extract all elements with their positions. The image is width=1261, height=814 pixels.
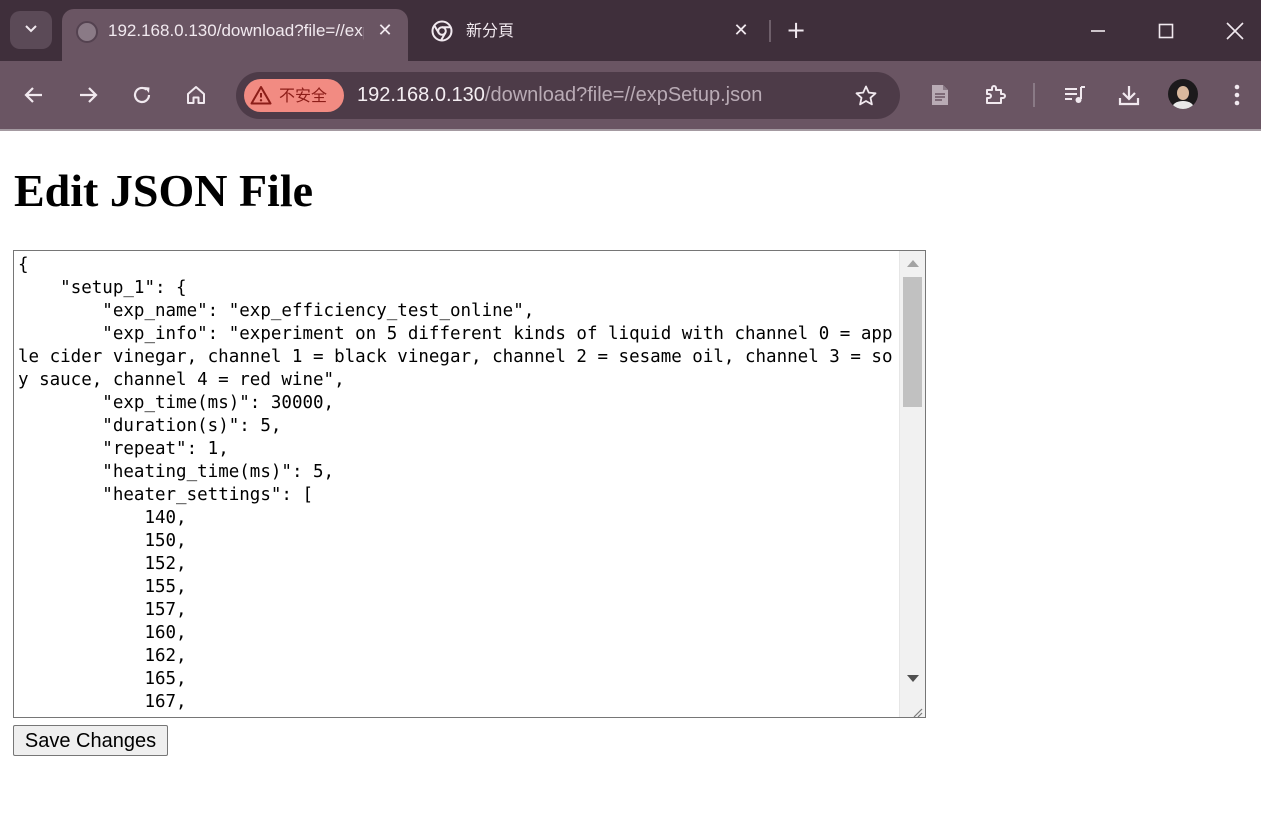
toolbar-divider: [1033, 83, 1035, 107]
browser-toolbar: 不安全 192.168.0.130/download?file=//expSet…: [0, 61, 1261, 129]
maximize-icon[interactable]: [1143, 14, 1189, 48]
url-text[interactable]: 192.168.0.130/download?file=//expSetup.j…: [357, 83, 762, 107]
profile-avatar[interactable]: [1168, 79, 1198, 109]
warning-icon: [250, 85, 272, 109]
chevron-down-icon: [23, 20, 39, 40]
tab-title: 192.168.0.130/download?file=//expSetup.j…: [108, 21, 364, 40]
scroll-down-arrow-icon[interactable]: [907, 675, 919, 682]
new-tab-icon[interactable]: +: [785, 18, 807, 42]
tab-search-button[interactable]: [10, 11, 52, 49]
save-changes-button[interactable]: Save Changes: [13, 725, 168, 756]
address-bar[interactable]: 不安全 192.168.0.130/download?file=//expSet…: [236, 72, 900, 119]
chrome-icon: [431, 20, 453, 46]
url-host: 192.168.0.130: [357, 84, 485, 106]
menu-kebab-icon[interactable]: [1219, 77, 1255, 113]
tab-strip: 192.168.0.130/download?file=//expSetup.j…: [0, 0, 1261, 61]
globe-icon: [76, 21, 98, 43]
minimize-icon[interactable]: [1075, 14, 1121, 48]
close-window-icon[interactable]: [1212, 14, 1258, 48]
avatar-face: [1177, 86, 1189, 100]
avatar-shirt: [1172, 101, 1194, 109]
json-textarea[interactable]: { "setup_1": { "exp_name": "exp_efficien…: [13, 250, 926, 718]
home-icon[interactable]: [178, 77, 214, 113]
scroll-up-arrow-icon[interactable]: [907, 260, 919, 267]
json-textarea-content[interactable]: { "setup_1": { "exp_name": "exp_efficien…: [18, 254, 898, 714]
toolbar-bottom-border: [0, 129, 1261, 131]
tab-divider: [769, 20, 771, 42]
media-control-icon[interactable]: [1057, 77, 1093, 113]
not-secure-chip[interactable]: 不安全: [244, 79, 344, 112]
resize-handle-icon[interactable]: [911, 703, 923, 717]
bookmark-star-icon[interactable]: [851, 81, 881, 111]
tab-active[interactable]: 192.168.0.130/download?file=//expSetup.j…: [62, 9, 408, 61]
textarea-scrollbar[interactable]: [899, 251, 925, 717]
reload-icon[interactable]: [124, 77, 160, 113]
forward-icon[interactable]: [70, 77, 106, 113]
extensions-icon[interactable]: [977, 77, 1013, 113]
url-path: /download?file=//expSetup.json: [484, 84, 763, 106]
back-icon[interactable]: [16, 77, 52, 113]
page-title: Edit JSON File: [14, 165, 314, 216]
scrollbar-thumb[interactable]: [903, 277, 922, 407]
tab-title: 新分頁: [466, 21, 515, 40]
tab-new-tab[interactable]: 新分頁 ✕: [420, 9, 770, 53]
not-secure-label: 不安全: [279, 86, 328, 105]
page-icon[interactable]: [922, 77, 958, 113]
download-icon[interactable]: [1111, 77, 1147, 113]
close-tab-icon[interactable]: ✕: [374, 20, 396, 42]
close-tab-icon[interactable]: ✕: [730, 20, 752, 42]
